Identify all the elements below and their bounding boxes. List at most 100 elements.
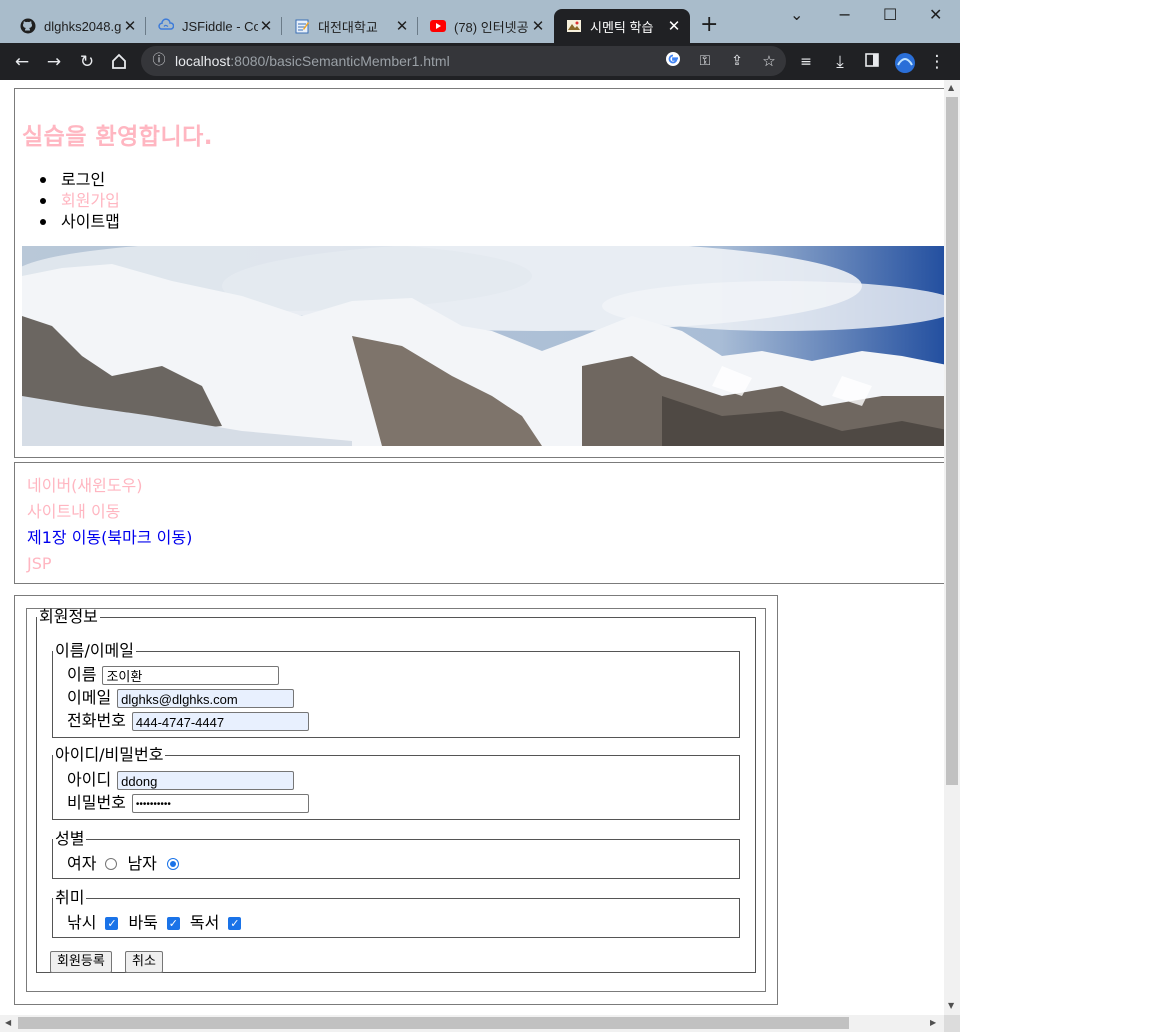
name-email-fieldset: 이름/이메일 이름 조이환 이메일 dlghks@dlghks.com 전화번호… <box>52 643 740 738</box>
hobby-legend: 취미 <box>55 888 85 907</box>
forward-icon[interactable]: → <box>44 52 64 72</box>
submit-button[interactable]: 회원등록 <box>50 951 112 973</box>
tab-search-icon[interactable]: ⌄ <box>790 5 803 24</box>
phone-field[interactable]: 444-4747-4447 <box>131 711 309 731</box>
scroll-up-icon[interactable]: ▲ <box>948 83 954 92</box>
link-nav: 네이버(새윈도우) 사이트내 이동 제1장 이동(북마크 이동) JSP <box>14 462 944 584</box>
close-icon[interactable]: ✕ <box>122 17 138 35</box>
close-icon[interactable]: ✕ <box>394 17 410 35</box>
scroll-down-icon[interactable]: ▼ <box>948 1001 954 1010</box>
key-icon[interactable]: ⚿ <box>695 51 715 71</box>
phone-label: 전화번호 <box>67 711 126 730</box>
maximize-icon[interactable]: ☐ <box>883 5 897 24</box>
notepad-icon <box>294 18 310 34</box>
hobby-fieldset: 취미 낚시 ✓ 바둑 ✓ 독서 ✓ <box>52 890 740 938</box>
name-field[interactable]: 조이환 <box>102 665 280 685</box>
horizontal-scrollbar[interactable]: ◀ ▶ <box>0 1015 944 1032</box>
vertical-scrollbar[interactable]: ▲ ▼ <box>944 80 960 1015</box>
address-bar[interactable]: ⓘ localhost:8080/basicSemanticMember1.ht… <box>141 46 786 76</box>
url-text[interactable]: localhost:8080/basicSemanticMember1.html <box>175 53 450 69</box>
close-icon[interactable]: ✕ <box>258 17 274 35</box>
tab-github[interactable]: dlghks2048.g ✕ <box>8 9 146 43</box>
menu-item-login[interactable]: 로그인 <box>40 169 120 190</box>
bookmark-star-icon[interactable]: ☆ <box>759 51 779 71</box>
name-label: 이름 <box>67 665 97 684</box>
cancel-button[interactable]: 취소 <box>125 951 163 973</box>
back-icon[interactable]: ← <box>12 52 32 72</box>
mountain-banner-image <box>22 246 944 446</box>
main-menu: 로그인 회원가입 사이트맵 <box>40 169 120 232</box>
youtube-icon <box>430 18 446 34</box>
password-field[interactable]: •••••••••• <box>131 793 309 813</box>
side-panel-icon[interactable] <box>862 52 882 72</box>
browser-window: dlghks2048.g ✕ JSFiddle - Co ✕ 대전대학교 ✕ (… <box>0 0 960 1032</box>
home-icon[interactable] <box>109 52 129 72</box>
tab-title: dlghks2048.g <box>44 18 122 34</box>
window-close-icon[interactable]: ✕ <box>929 5 942 24</box>
id-password-fieldset: 아이디/비밀번호 아이디 ddong 비밀번호 •••••••••• <box>52 747 740 820</box>
male-radio[interactable] <box>166 858 179 870</box>
tab-strip: dlghks2048.g ✕ JSFiddle - Co ✕ 대전대학교 ✕ (… <box>0 0 960 43</box>
tab-jsfiddle[interactable]: JSFiddle - Co ✕ <box>146 9 282 43</box>
tab-semantic-active[interactable]: 시멘틱 학습 ✕ <box>554 9 690 43</box>
page-icon <box>566 18 582 34</box>
female-radio[interactable] <box>105 858 118 870</box>
vertical-scroll-thumb[interactable] <box>946 97 958 785</box>
scroll-right-icon[interactable]: ▶ <box>930 1018 936 1027</box>
gender-legend: 성별 <box>55 829 85 848</box>
browser-toolbar: ← → ↻ ⓘ localhost:8080/basicSemanticMemb… <box>0 43 960 80</box>
horizontal-scroll-thumb[interactable] <box>18 1017 849 1029</box>
id-field[interactable]: ddong <box>117 770 295 790</box>
download-icon[interactable]: ⤓ <box>830 52 850 72</box>
tab-university[interactable]: 대전대학교 ✕ <box>282 9 418 43</box>
member-info-legend: 회원정보 <box>39 607 98 626</box>
password-label: 비밀번호 <box>67 793 126 812</box>
info-icon[interactable]: ⓘ <box>149 51 169 71</box>
hobby-reading-label: 독서 <box>189 913 220 932</box>
tab-title: JSFiddle - Co <box>182 18 258 34</box>
member-form-section: 회원정보 이름/이메일 이름 조이환 이메일 dlghks@dlghks.com <box>14 595 778 1005</box>
link-jsp[interactable]: JSP <box>27 554 52 574</box>
menu-item-signup[interactable]: 회원가입 <box>40 190 120 211</box>
id-label: 아이디 <box>67 770 112 789</box>
reload-icon[interactable]: ↻ <box>77 52 97 72</box>
hobby-reading-checkbox[interactable]: ✓ <box>228 916 242 930</box>
menu-item-sitemap[interactable]: 사이트맵 <box>40 211 120 232</box>
gender-fieldset: 성별 여자 남자 <box>52 831 740 879</box>
page-viewport: 실습을 환영합니다. 로그인 회원가입 사이트맵 네이버(새윈도우) 사이트내 … <box>0 80 944 1015</box>
hobby-baduk-label: 바둑 <box>128 913 158 932</box>
email-label: 이메일 <box>67 688 112 707</box>
page-title: 실습을 환영합니다. <box>22 124 214 150</box>
tab-youtube[interactable]: (78) 인터넷공 ✕ <box>418 9 554 43</box>
github-icon <box>20 18 36 34</box>
name-email-legend: 이름/이메일 <box>55 641 134 660</box>
new-tab-button[interactable]: + <box>700 13 718 37</box>
link-site-internal[interactable]: 사이트내 이동 <box>27 502 120 522</box>
email-field[interactable]: dlghks@dlghks.com <box>117 688 295 708</box>
google-icon[interactable] <box>663 51 683 71</box>
member-info-fieldset: 회원정보 이름/이메일 이름 조이환 이메일 dlghks@dlghks.com <box>36 609 756 973</box>
tab-title: (78) 인터넷공 <box>454 19 529 35</box>
profile-avatar[interactable] <box>894 52 915 73</box>
page-header: 실습을 환영합니다. 로그인 회원가입 사이트맵 <box>14 88 944 458</box>
tab-title: 시멘틱 학습 <box>590 19 654 35</box>
hobby-fishing-checkbox[interactable]: ✓ <box>105 916 119 930</box>
male-label: 남자 <box>127 854 157 873</box>
reading-list-icon[interactable]: ≡ <box>796 52 816 72</box>
close-icon[interactable]: ✕ <box>666 17 682 35</box>
jsfiddle-icon <box>158 18 174 34</box>
scrollbar-corner <box>944 1015 960 1032</box>
close-icon[interactable]: ✕ <box>530 17 546 35</box>
hobby-baduk-checkbox[interactable]: ✓ <box>166 916 180 930</box>
member-form: 회원정보 이름/이메일 이름 조이환 이메일 dlghks@dlghks.com <box>26 608 766 992</box>
female-label: 여자 <box>67 854 97 873</box>
scroll-left-icon[interactable]: ◀ <box>5 1018 11 1027</box>
tab-title: 대전대학교 <box>318 19 378 35</box>
minimize-icon[interactable]: − <box>838 5 851 24</box>
hobby-fishing-label: 낚시 <box>67 913 97 932</box>
link-naver[interactable]: 네이버(새윈도우) <box>27 476 143 496</box>
id-password-legend: 아이디/비밀번호 <box>55 745 164 764</box>
menu-kebab-icon[interactable]: ⋮ <box>927 52 947 72</box>
share-icon[interactable]: ⇪ <box>727 51 747 71</box>
link-chapter1-bookmark[interactable]: 제1장 이동(북마크 이동) <box>27 528 192 548</box>
